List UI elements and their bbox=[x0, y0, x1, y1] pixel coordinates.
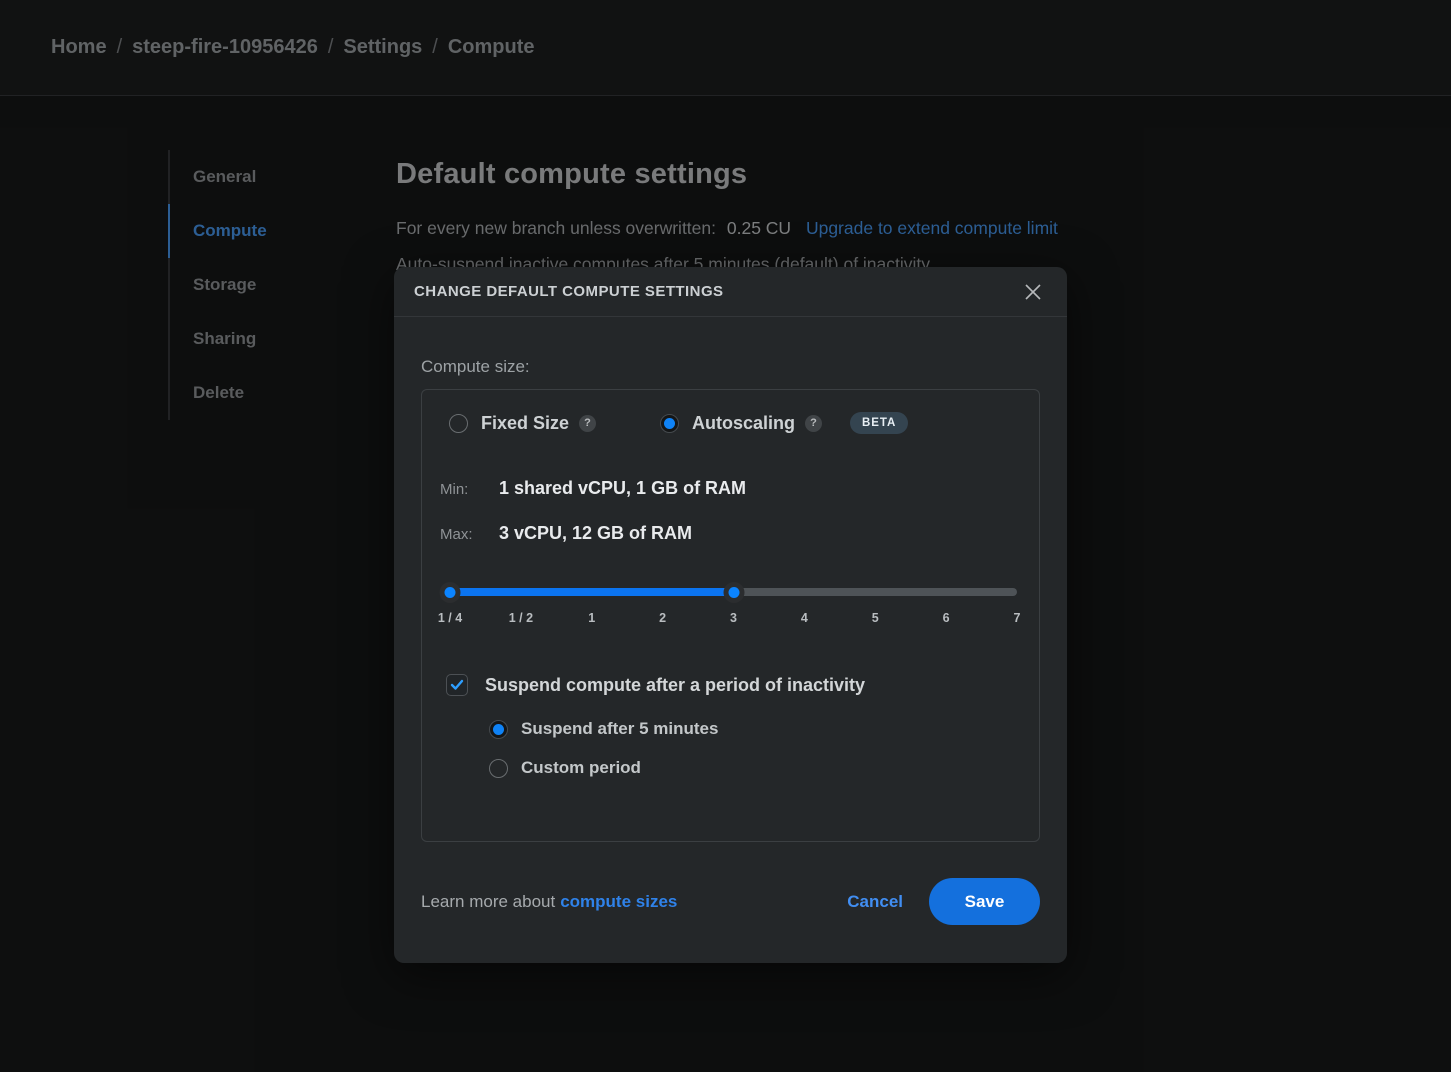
change-compute-settings-modal: CHANGE DEFAULT COMPUTE SETTINGS Compute … bbox=[394, 267, 1067, 963]
beta-badge: BETA bbox=[850, 412, 908, 434]
suspend-checkbox-label[interactable]: Suspend compute after a period of inacti… bbox=[485, 675, 865, 696]
close-icon[interactable] bbox=[1019, 278, 1047, 306]
min-label: Min: bbox=[440, 481, 499, 498]
slider-min-handle[interactable] bbox=[440, 582, 461, 603]
size-mode-radio-group: Fixed Size ? Autoscaling ? BETA bbox=[449, 412, 1021, 434]
suspend-5min-radio[interactable] bbox=[489, 720, 508, 739]
slider-tick-label: 7 bbox=[1014, 611, 1021, 625]
suspend-checkbox[interactable] bbox=[446, 674, 468, 696]
autoscaling-help-icon[interactable]: ? bbox=[805, 415, 822, 432]
slider-max-handle[interactable] bbox=[723, 582, 744, 603]
compute-size-slider: 1 / 4 1 / 2 1 2 3 4 5 6 7 bbox=[450, 582, 1017, 627]
cancel-button[interactable]: Cancel bbox=[847, 892, 903, 912]
max-compute-row: Max: 3 vCPU, 12 GB of RAM bbox=[440, 523, 1021, 549]
save-button[interactable]: Save bbox=[929, 878, 1040, 925]
compute-sizes-link[interactable]: compute sizes bbox=[560, 892, 677, 911]
custom-period-radio[interactable] bbox=[489, 759, 508, 778]
modal-body: Compute size: Fixed Size ? Autoscaling ?… bbox=[394, 317, 1067, 842]
slider-tick-label: 1 / 2 bbox=[509, 611, 533, 625]
slider-tick-label: 4 bbox=[801, 611, 808, 625]
learn-more-text: Learn more about compute sizes bbox=[421, 892, 677, 912]
max-value: 3 vCPU, 12 GB of RAM bbox=[499, 523, 692, 544]
min-value: 1 shared vCPU, 1 GB of RAM bbox=[499, 478, 746, 499]
slider-tick-label: 3 bbox=[730, 611, 737, 625]
modal-title: CHANGE DEFAULT COMPUTE SETTINGS bbox=[414, 283, 724, 300]
slider-tick-label: 2 bbox=[659, 611, 666, 625]
slider-tick-label: 6 bbox=[943, 611, 950, 625]
custom-period-row: Custom period bbox=[489, 757, 1021, 779]
fixed-size-radio[interactable] bbox=[449, 414, 468, 433]
slider-tick-labels: 1 / 4 1 / 2 1 2 3 4 5 6 7 bbox=[450, 611, 1017, 627]
modal-footer: Learn more about compute sizes Cancel Sav… bbox=[394, 878, 1067, 925]
suspend-checkbox-row: Suspend compute after a period of inacti… bbox=[446, 674, 1021, 696]
max-label: Max: bbox=[440, 526, 499, 543]
slider-tick-label: 1 bbox=[588, 611, 595, 625]
modal-header: CHANGE DEFAULT COMPUTE SETTINGS bbox=[394, 267, 1067, 317]
slider-tick-label: 1 / 4 bbox=[438, 611, 462, 625]
app-root: Home / steep-fire-10956426 / Settings / … bbox=[0, 0, 1451, 1072]
autoscaling-label[interactable]: Autoscaling bbox=[692, 413, 795, 434]
compute-size-label: Compute size: bbox=[421, 357, 1040, 377]
fixed-size-help-icon[interactable]: ? bbox=[579, 415, 596, 432]
custom-period-label[interactable]: Custom period bbox=[521, 758, 641, 778]
compute-options-box: Fixed Size ? Autoscaling ? BETA Min: 1 s… bbox=[421, 389, 1040, 842]
suspend-5min-row: Suspend after 5 minutes bbox=[489, 718, 1021, 740]
autoscaling-radio[interactable] bbox=[660, 414, 679, 433]
suspend-5min-label[interactable]: Suspend after 5 minutes bbox=[521, 719, 718, 739]
slider-fill bbox=[450, 588, 734, 596]
fixed-size-label[interactable]: Fixed Size bbox=[481, 413, 569, 434]
learn-more-prefix: Learn more about bbox=[421, 892, 555, 911]
min-compute-row: Min: 1 shared vCPU, 1 GB of RAM bbox=[440, 478, 1021, 504]
slider-tick-label: 5 bbox=[872, 611, 879, 625]
